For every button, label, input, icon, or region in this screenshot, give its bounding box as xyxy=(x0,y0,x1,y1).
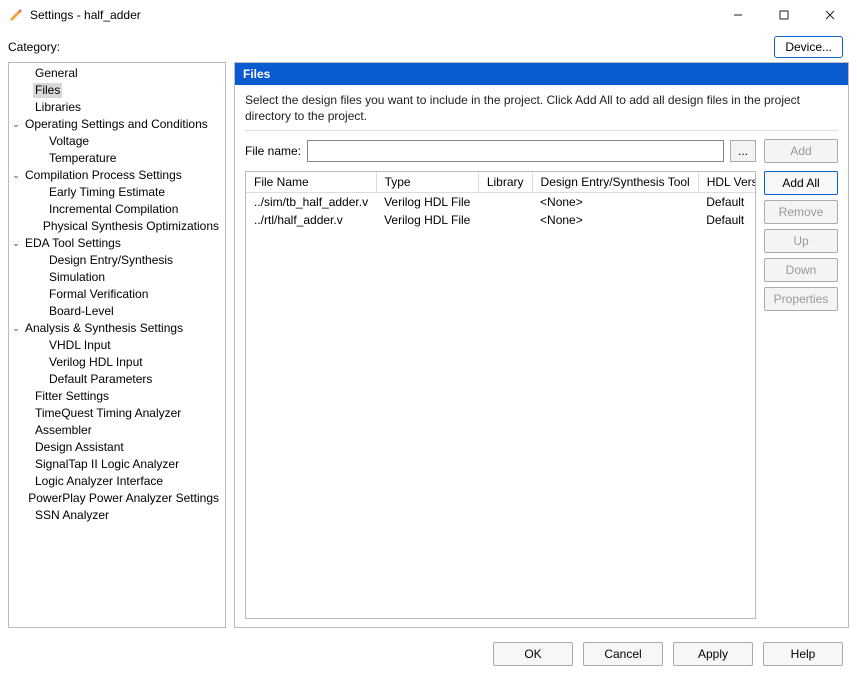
tree-item[interactable]: Voltage xyxy=(47,134,91,149)
tree-item[interactable]: Libraries xyxy=(33,100,83,115)
tree-item[interactable]: Compilation Process Settings xyxy=(23,168,184,183)
settings-panel: Files Select the design files you want t… xyxy=(234,62,849,628)
chevron-down-icon[interactable]: ⌄ xyxy=(9,168,23,183)
category-label: Category: xyxy=(8,40,60,54)
tree-item[interactable]: Board-Level xyxy=(47,304,116,319)
tree-item[interactable]: SignalTap II Logic Analyzer xyxy=(33,457,181,472)
tree-item[interactable]: Default Parameters xyxy=(47,372,154,387)
titlebar: Settings - half_adder xyxy=(0,0,857,30)
tree-item[interactable]: Temperature xyxy=(47,151,118,166)
minimize-button[interactable] xyxy=(715,0,761,30)
tree-item[interactable]: Assembler xyxy=(33,423,94,438)
tree-item[interactable]: Files xyxy=(33,83,62,98)
tree-item[interactable]: Formal Verification xyxy=(47,287,150,302)
apply-button[interactable]: Apply xyxy=(673,642,753,666)
tree-item[interactable]: Incremental Compilation xyxy=(47,202,180,217)
tree-item[interactable]: Design Assistant xyxy=(33,440,126,455)
file-table[interactable]: File NameTypeLibraryDesign Entry/Synthes… xyxy=(245,171,756,619)
tree-item[interactable]: Design Entry/Synthesis xyxy=(47,253,175,268)
column-header[interactable]: Library xyxy=(478,172,532,193)
tree-item[interactable]: Logic Analyzer Interface xyxy=(33,474,165,489)
app-icon xyxy=(8,7,24,23)
panel-description: Select the design files you want to incl… xyxy=(245,93,838,131)
tree-item[interactable]: TimeQuest Timing Analyzer xyxy=(33,406,183,421)
ok-button[interactable]: OK xyxy=(493,642,573,666)
filename-input[interactable] xyxy=(307,140,724,162)
up-button[interactable]: Up xyxy=(764,229,838,253)
device-button[interactable]: Device... xyxy=(774,36,843,58)
filename-label: File name: xyxy=(245,144,301,158)
category-tree[interactable]: General Files Libraries⌄Operating Settin… xyxy=(8,62,226,628)
tree-item[interactable]: Analysis & Synthesis Settings xyxy=(23,321,185,336)
side-buttons: Add All Remove Up Down Properties xyxy=(764,171,838,619)
column-header[interactable]: Design Entry/Synthesis Tool xyxy=(532,172,698,193)
window-title: Settings - half_adder xyxy=(30,8,715,22)
panel-body: Select the design files you want to incl… xyxy=(235,85,848,627)
tree-item[interactable]: VHDL Input xyxy=(47,338,113,353)
column-header[interactable]: Type xyxy=(376,172,478,193)
properties-button[interactable]: Properties xyxy=(764,287,838,311)
add-button[interactable]: Add xyxy=(764,139,838,163)
tree-item[interactable]: EDA Tool Settings xyxy=(23,236,123,251)
tree-item[interactable]: SSN Analyzer xyxy=(33,508,111,523)
down-button[interactable]: Down xyxy=(764,258,838,282)
bottom-bar: OK Cancel Apply Help xyxy=(0,634,857,674)
tree-item[interactable]: General xyxy=(33,66,80,81)
file-grid-row: File NameTypeLibraryDesign Entry/Synthes… xyxy=(245,171,838,619)
window-controls xyxy=(715,0,853,30)
remove-button[interactable]: Remove xyxy=(764,200,838,224)
main-area: General Files Libraries⌄Operating Settin… xyxy=(0,62,857,634)
chevron-down-icon[interactable]: ⌄ xyxy=(9,117,23,132)
filename-row: File name: ... Add xyxy=(245,139,838,163)
column-header[interactable]: HDL Version xyxy=(698,172,756,193)
tree-item[interactable]: Early Timing Estimate xyxy=(47,185,167,200)
tree-item[interactable]: Fitter Settings xyxy=(33,389,111,404)
cancel-button[interactable]: Cancel xyxy=(583,642,663,666)
tree-item[interactable]: Verilog HDL Input xyxy=(47,355,145,370)
tree-item[interactable]: Physical Synthesis Optimizations xyxy=(41,219,221,234)
browse-button[interactable]: ... xyxy=(730,140,756,162)
add-all-button[interactable]: Add All xyxy=(764,171,838,195)
column-header[interactable]: File Name xyxy=(246,172,376,193)
tree-item[interactable]: PowerPlay Power Analyzer Settings xyxy=(26,491,221,506)
panel-header: Files xyxy=(235,63,848,85)
tree-item[interactable]: Simulation xyxy=(47,270,107,285)
chevron-down-icon[interactable]: ⌄ xyxy=(9,321,23,336)
close-button[interactable] xyxy=(807,0,853,30)
table-row[interactable]: ../rtl/half_adder.vVerilog HDL File<None… xyxy=(246,211,756,229)
top-row: Category: Device... xyxy=(0,30,857,62)
tree-item[interactable]: Operating Settings and Conditions xyxy=(23,117,210,132)
help-button[interactable]: Help xyxy=(763,642,843,666)
maximize-button[interactable] xyxy=(761,0,807,30)
chevron-down-icon[interactable]: ⌄ xyxy=(9,236,23,251)
table-row[interactable]: ../sim/tb_half_adder.vVerilog HDL File<N… xyxy=(246,193,756,212)
